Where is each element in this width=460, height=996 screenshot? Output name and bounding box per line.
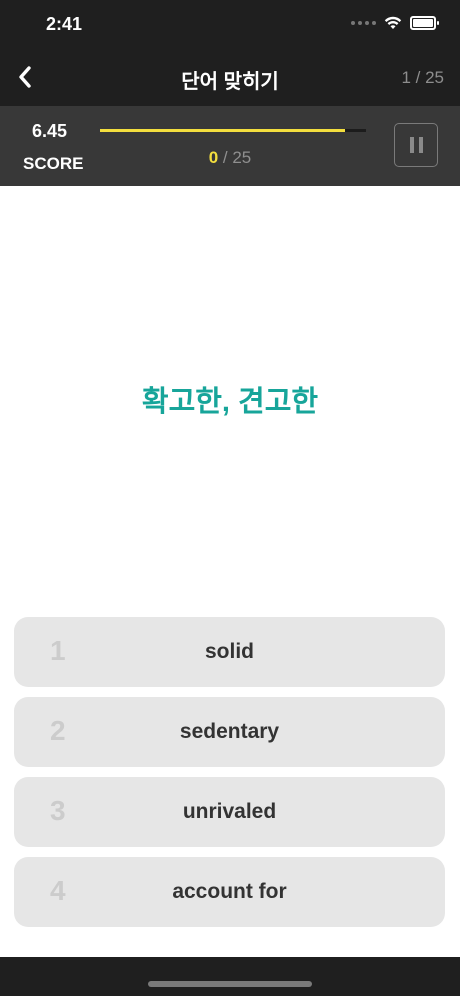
option-label: unrivaled [182,800,277,823]
option-button-3[interactable]: 3 unrivaled [14,777,445,847]
nav-bar: 단어 맞히기 1 / 25 [0,50,460,106]
total-count: / 25 [218,148,252,167]
correct-counter: 0 / 25 [0,148,460,168]
option-label: solid [204,640,254,663]
bottom-bar [0,957,460,996]
signal-icon [351,21,376,25]
progress-bar [100,129,366,132]
progress-fill [100,129,345,132]
pause-icon [409,137,414,153]
pause-button[interactable] [394,123,438,167]
question-text: 확고한, 견고한 [141,386,319,418]
correct-count: 0 [208,148,219,167]
status-time: 2:41 [46,14,83,34]
option-button-1[interactable]: 1 solid [14,617,445,687]
battery-icon [410,16,439,30]
status-icons [351,16,439,30]
wifi-icon [384,16,402,29]
option-button-4[interactable]: 4 account for [14,857,445,927]
option-label: account for [172,880,287,903]
status-bar: 2:41 [0,0,460,50]
home-indicator[interactable] [148,981,312,987]
answer-options: 1 solid 2 sedentary 3 unrivaled 4 accoun… [14,617,445,937]
question-counter: 1 / 25 [401,68,444,87]
option-label: sedentary [179,720,280,743]
page-title: 단어 맞히기 [181,71,279,93]
pause-icon-bar [418,137,423,153]
option-button-2[interactable]: 2 sedentary [14,697,445,767]
score-value: 6.45 [32,121,68,141]
score-bar: 6.45 SCORE 0 / 25 [0,106,460,186]
